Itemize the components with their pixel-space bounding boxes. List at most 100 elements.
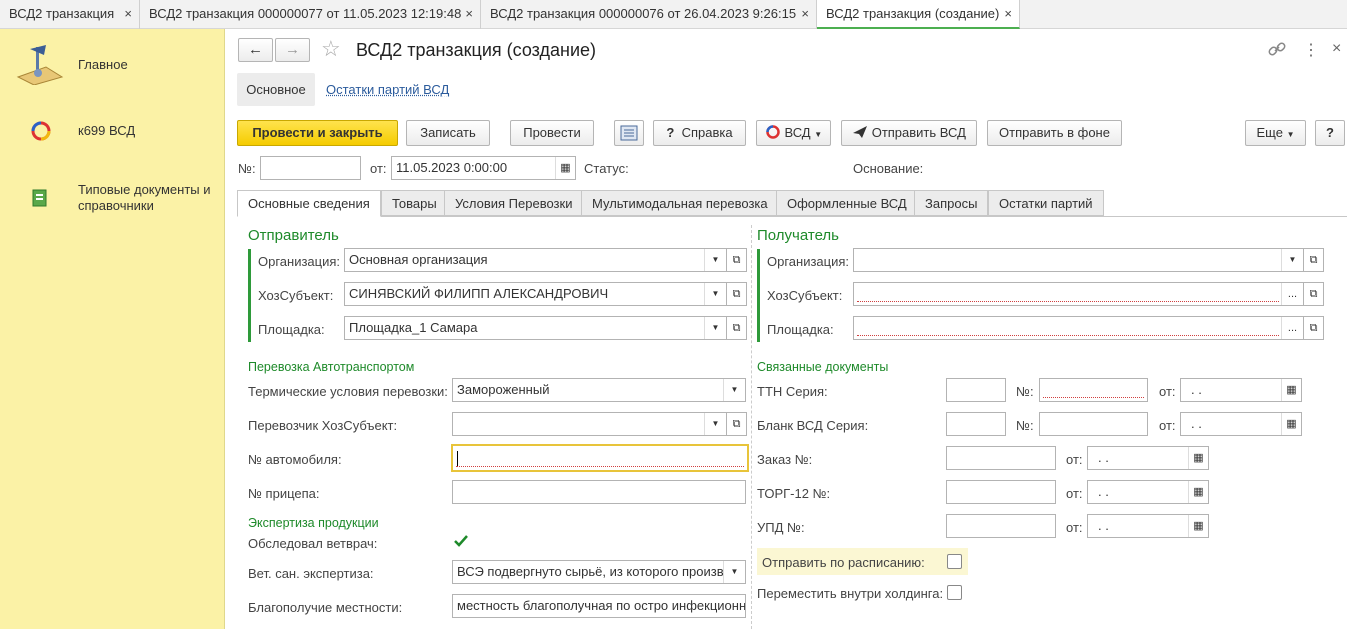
order-date-input[interactable]: . . ▦ — [1087, 446, 1209, 470]
calendar-icon[interactable]: ▦ — [1281, 413, 1301, 435]
back-button[interactable]: ← — [238, 38, 273, 62]
close-form-icon[interactable]: × — [1332, 40, 1341, 58]
book-icon — [32, 189, 47, 207]
sidebar: Главное к699 ВСД Типовые документы и спр… — [0, 29, 225, 629]
sidebar-item-main[interactable]: Главное — [0, 39, 225, 89]
vet-checkbox[interactable] — [453, 533, 469, 549]
ttn-series-input[interactable] — [946, 378, 1006, 402]
sender-subject-field[interactable]: СИНЯВСКИЙ ФИЛИПП АЛЕКСАНДРОВИЧ ▼ — [344, 282, 727, 306]
chevron-down-icon[interactable]: ▼ — [723, 379, 745, 401]
receiver-org-field[interactable]: ▼ — [853, 248, 1304, 272]
blank-number-input[interactable] — [1039, 412, 1148, 436]
close-icon[interactable]: × — [1004, 0, 1012, 28]
select-dots-icon[interactable]: ... — [1281, 317, 1303, 339]
journal-button[interactable] — [614, 120, 644, 146]
open-icon[interactable]: ⧉ — [726, 316, 747, 340]
move-checkbox[interactable] — [947, 585, 962, 600]
star-icon[interactable]: ☆ — [321, 36, 341, 62]
chevron-down-icon[interactable]: ▼ — [1281, 249, 1303, 271]
chevron-down-icon[interactable]: ▼ — [704, 413, 726, 435]
help-question-button[interactable]: ? — [1315, 120, 1345, 146]
wellbeing-label: Благополучие местности: — [248, 600, 403, 615]
ttn-number-input[interactable] — [1039, 378, 1148, 402]
receiver-site-label: Площадка: — [767, 322, 834, 337]
required-underline — [857, 335, 1279, 336]
wellbeing-input[interactable]: местность благополучная по остро инфекци… — [452, 594, 746, 618]
post-and-close-button[interactable]: Провести и закрыть — [237, 120, 398, 146]
schedule-checkbox[interactable] — [947, 554, 962, 569]
window-tab-2[interactable]: ВСД2 транзакция 000000077 от 11.05.2023 … — [140, 0, 481, 29]
upd-input[interactable] — [946, 514, 1056, 538]
tab-main-info[interactable]: Основные сведения — [237, 190, 381, 217]
vsd-menu-button[interactable]: ВСД ▼ — [756, 120, 831, 146]
ttn-date-label: от: — [1159, 384, 1176, 399]
carrier-field[interactable]: ▼ — [452, 412, 727, 436]
receiver-subject-field[interactable]: ... — [853, 282, 1304, 306]
more-icon[interactable]: ⋮ — [1303, 40, 1319, 60]
ttn-number-label: №: — [1016, 384, 1034, 399]
calendar-icon[interactable]: ▦ — [1188, 447, 1208, 469]
tab-transport-conditions[interactable]: Условия Перевозки — [444, 190, 584, 216]
trailer-input[interactable] — [452, 480, 746, 504]
open-icon[interactable]: ⧉ — [726, 248, 747, 272]
blank-date-input[interactable]: . . ▦ — [1180, 412, 1302, 436]
chevron-down-icon[interactable]: ▼ — [704, 249, 726, 271]
chevron-down-icon[interactable]: ▼ — [704, 283, 726, 305]
calendar-icon[interactable]: ▦ — [555, 157, 575, 179]
car-number-label: № автомобиля: — [248, 452, 342, 467]
calendar-icon[interactable]: ▦ — [1188, 515, 1208, 537]
post-button[interactable]: Провести — [510, 120, 594, 146]
open-icon[interactable]: ⧉ — [1303, 282, 1324, 306]
blank-series-input[interactable] — [946, 412, 1006, 436]
order-date-label: от: — [1066, 452, 1083, 467]
order-label: Заказ №: — [757, 452, 813, 467]
chevron-down-icon[interactable]: ▼ — [704, 317, 726, 339]
vetis-logo-icon — [31, 121, 51, 141]
window-tab-4[interactable]: ВСД2 транзакция (создание) × — [817, 0, 1020, 29]
sender-org-field[interactable]: Основная организация ▼ — [344, 248, 727, 272]
send-vsd-button[interactable]: Отправить ВСД — [841, 120, 977, 146]
close-icon[interactable]: × — [465, 0, 473, 28]
date-input[interactable]: 11.05.2023 0:00:00 ▦ — [391, 156, 576, 180]
receiver-site-field[interactable]: ... — [853, 316, 1304, 340]
chevron-down-icon[interactable]: ▼ — [723, 561, 745, 583]
sidebar-item-vsd[interactable]: к699 ВСД — [0, 114, 225, 148]
ttn-date-input[interactable]: . . ▦ — [1180, 378, 1302, 402]
upd-date-label: от: — [1066, 520, 1083, 535]
open-icon[interactable]: ⧉ — [1303, 248, 1324, 272]
link-icon[interactable] — [1268, 42, 1286, 56]
thermo-select[interactable]: Замороженный ▼ — [452, 378, 746, 402]
number-input[interactable] — [260, 156, 361, 180]
torg-date-input[interactable]: . . ▦ — [1087, 480, 1209, 504]
help-button[interactable]: ? Справка — [653, 120, 746, 146]
tab-goods[interactable]: Товары — [381, 190, 448, 216]
select-dots-icon[interactable]: ... — [1281, 283, 1303, 305]
send-background-button[interactable]: Отправить в фоне — [987, 120, 1122, 146]
save-button[interactable]: Записать — [406, 120, 490, 146]
vetis-logo-icon — [766, 125, 780, 139]
open-icon[interactable]: ⧉ — [1303, 316, 1324, 340]
san-select[interactable]: ВСЭ подвергнуто сырьё, из которого произ… — [452, 560, 746, 584]
tab-requests[interactable]: Запросы — [914, 190, 989, 216]
close-icon[interactable]: × — [124, 0, 132, 28]
open-icon[interactable]: ⧉ — [726, 282, 747, 306]
more-button[interactable]: Еще ▼ — [1245, 120, 1306, 146]
tab-main[interactable]: Основное — [237, 73, 315, 106]
tab-issued-vsd[interactable]: Оформленные ВСД — [776, 190, 918, 216]
tab-batch-remains[interactable]: Остатки партий — [988, 190, 1104, 216]
forward-button[interactable]: → — [275, 38, 310, 62]
calendar-icon[interactable]: ▦ — [1188, 481, 1208, 503]
car-number-input[interactable] — [451, 444, 749, 472]
window-tab-3[interactable]: ВСД2 транзакция 000000076 от 26.04.2023 … — [481, 0, 817, 29]
close-icon[interactable]: × — [801, 0, 809, 28]
tab-remains-link[interactable]: Остатки партий ВСД — [326, 82, 449, 97]
torg-input[interactable] — [946, 480, 1056, 504]
upd-date-input[interactable]: . . ▦ — [1087, 514, 1209, 538]
calendar-icon[interactable]: ▦ — [1281, 379, 1301, 401]
sender-site-field[interactable]: Площадка_1 Самара ▼ — [344, 316, 727, 340]
sidebar-item-catalogs[interactable]: Типовые документы и справочники — [0, 179, 225, 219]
window-tab-1[interactable]: ВСД2 транзакция × — [0, 0, 140, 29]
open-icon[interactable]: ⧉ — [726, 412, 747, 436]
tab-multimodal[interactable]: Мультимодальная перевозка — [581, 190, 779, 216]
order-input[interactable] — [946, 446, 1056, 470]
